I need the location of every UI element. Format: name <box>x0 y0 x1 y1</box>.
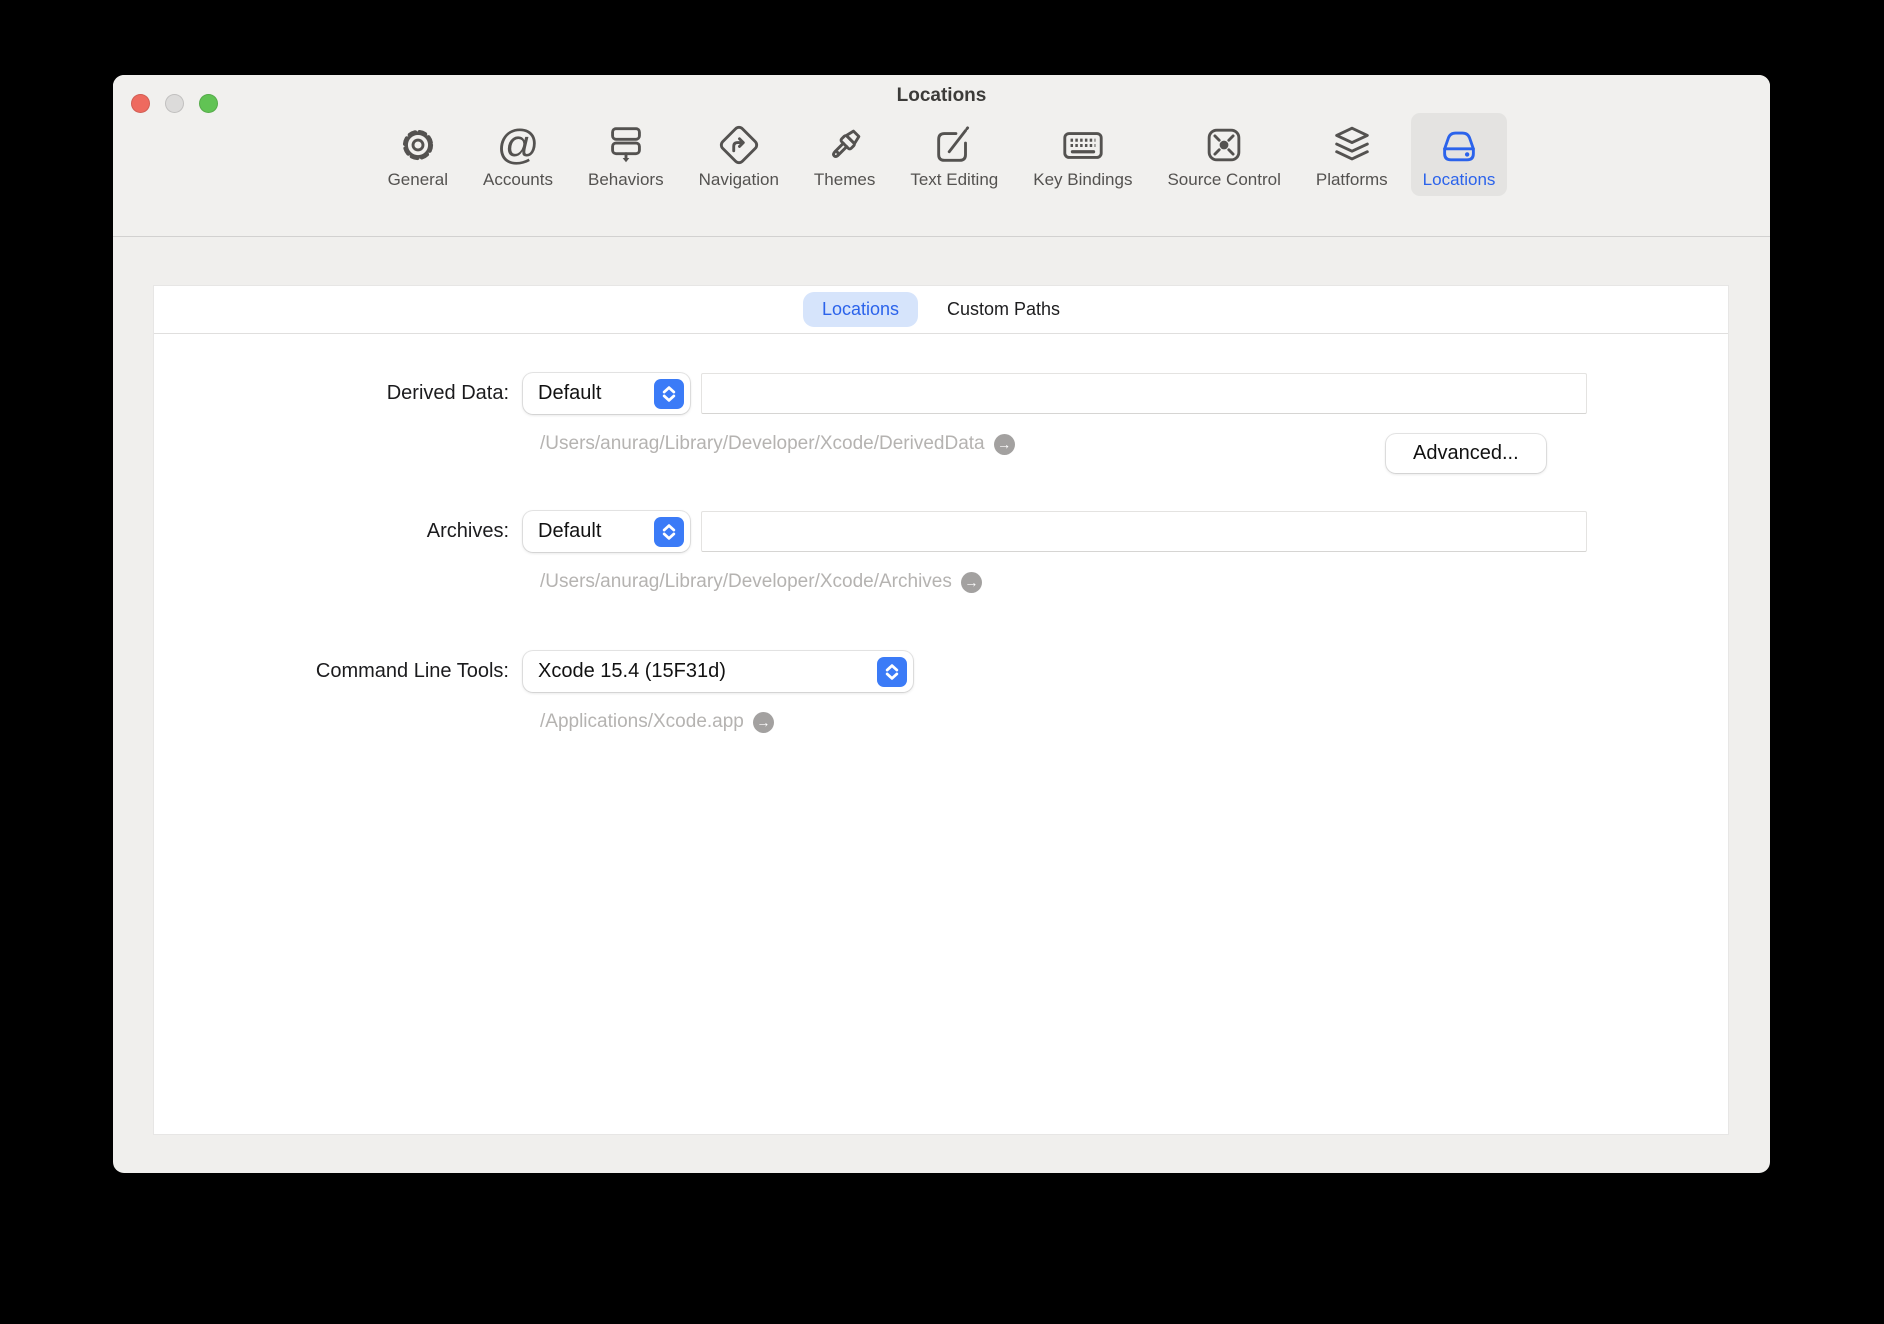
toolbar-item-label: Behaviors <box>588 170 664 190</box>
archives-popup[interactable]: Default <box>523 511 690 552</box>
toolbar-item-navigation[interactable]: Navigation <box>687 113 791 196</box>
toolbar-item-label: Key Bindings <box>1033 170 1132 190</box>
toolbar-item-key-bindings[interactable]: Key Bindings <box>1021 113 1144 196</box>
toolbar-item-accounts[interactable]: @ Accounts <box>471 113 565 196</box>
tab-custom-paths[interactable]: Custom Paths <box>928 292 1079 327</box>
toolbar-item-text-editing[interactable]: Text Editing <box>898 113 1010 196</box>
chevron-up-down-icon <box>654 517 684 547</box>
derived-data-popup[interactable]: Default <box>523 373 690 414</box>
xcode-settings-window: Locations General @ Accounts <box>113 75 1770 1173</box>
command-line-tools-popup-value: Xcode 15.4 (15F31d) <box>538 660 726 683</box>
derived-data-label: Derived Data: <box>154 382 509 405</box>
derived-data-field[interactable] <box>701 373 1587 414</box>
window-header: Locations General @ Accounts <box>113 75 1770 237</box>
toolbar-item-label: General <box>388 170 448 190</box>
toolbar-item-platforms[interactable]: Platforms <box>1304 113 1400 196</box>
tab-locations[interactable]: Locations <box>803 292 918 327</box>
command-line-tools-label: Command Line Tools: <box>154 660 509 683</box>
source-control-icon <box>1201 121 1247 169</box>
toolbar-item-label: Text Editing <box>910 170 998 190</box>
chevron-up-down-icon <box>654 379 684 409</box>
command-line-tools-path: /Applications/Xcode.app → <box>540 711 774 733</box>
derived-data-popup-value: Default <box>538 382 601 405</box>
toolbar-item-label: Themes <box>814 170 875 190</box>
locations-pane: Locations Custom Paths Derived Data: Def… <box>153 285 1729 1135</box>
at-icon: @ <box>497 121 540 169</box>
archives-label: Archives: <box>154 520 509 543</box>
toolbar-item-locations[interactable]: Locations <box>1411 113 1508 196</box>
toolbar-item-label: Source Control <box>1167 170 1280 190</box>
derived-data-path: /Users/anurag/Library/Developer/Xcode/De… <box>540 433 1015 455</box>
open-path-arrow-icon[interactable]: → <box>753 712 774 733</box>
archives-popup-value: Default <box>538 520 601 543</box>
chevron-up-down-icon <box>877 657 907 687</box>
layers-icon <box>1329 121 1375 169</box>
open-path-arrow-icon[interactable]: → <box>961 572 982 593</box>
toolbar-item-label: Navigation <box>699 170 779 190</box>
toolbar-item-label: Accounts <box>483 170 553 190</box>
locations-tab-bar: Locations Custom Paths <box>154 286 1728 334</box>
toolbar-item-label: Platforms <box>1316 170 1388 190</box>
text-editing-icon <box>931 121 977 169</box>
open-path-arrow-icon[interactable]: → <box>994 434 1015 455</box>
settings-toolbar: General @ Accounts Behaviors <box>113 113 1770 231</box>
toolbar-item-general[interactable]: General <box>376 113 460 196</box>
archives-field[interactable] <box>701 511 1587 552</box>
toolbar-item-behaviors[interactable]: Behaviors <box>576 113 676 196</box>
window-title: Locations <box>113 85 1770 107</box>
command-line-tools-popup[interactable]: Xcode 15.4 (15F31d) <box>523 651 913 692</box>
toolbar-item-themes[interactable]: Themes <box>802 113 887 196</box>
paintbrush-icon <box>822 121 868 169</box>
navigation-icon <box>716 121 762 169</box>
archives-path: /Users/anurag/Library/Developer/Xcode/Ar… <box>540 571 982 593</box>
toolbar-item-source-control[interactable]: Source Control <box>1155 113 1292 196</box>
advanced-button[interactable]: Advanced... <box>1386 434 1546 473</box>
behaviors-icon <box>603 121 649 169</box>
keyboard-icon <box>1060 121 1106 169</box>
gear-icon <box>395 121 441 169</box>
toolbar-item-label: Locations <box>1423 170 1496 190</box>
drive-icon <box>1436 121 1482 169</box>
